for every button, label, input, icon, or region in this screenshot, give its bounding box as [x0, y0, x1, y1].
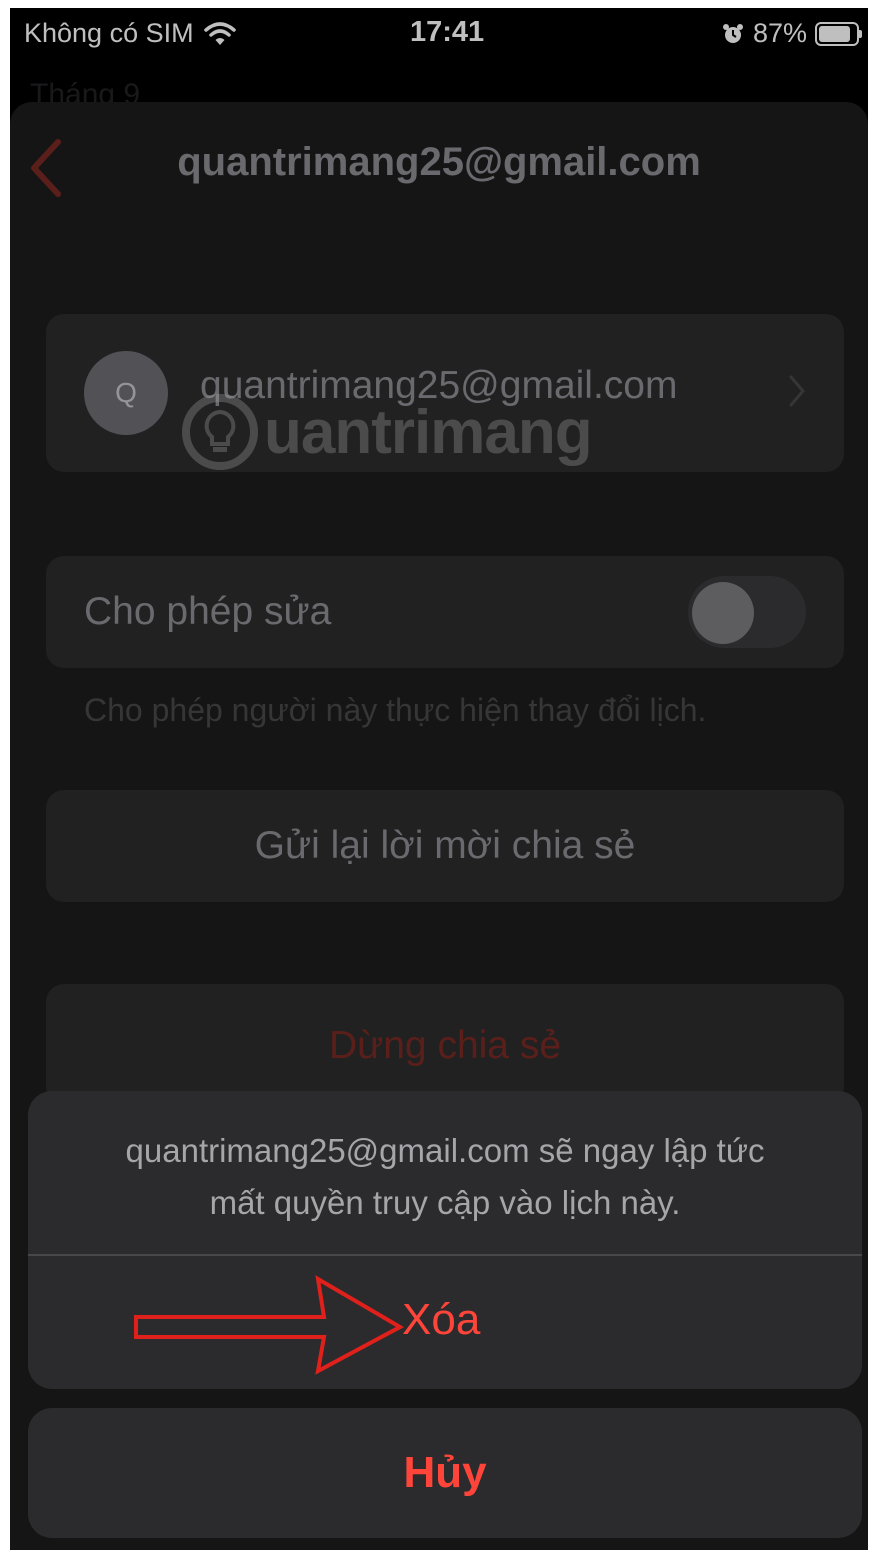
divider — [28, 1254, 862, 1256]
delete-label: Xóa — [402, 1295, 481, 1344]
cancel-label: Hủy — [403, 1448, 487, 1497]
phone-screen: Không có SIM 17:41 87% Tháng 9 quantrima… — [10, 8, 868, 1550]
delete-button[interactable]: Xóa — [28, 1257, 862, 1389]
action-sheet: quantrimang25@gmail.com sẽ ngay lập tức … — [28, 1091, 862, 1389]
annotation-arrow-icon — [134, 1275, 405, 1375]
action-sheet-message: quantrimang25@gmail.com sẽ ngay lập tức … — [68, 1125, 822, 1229]
cancel-button[interactable]: Hủy — [28, 1408, 862, 1538]
action-message-line1: quantrimang25@gmail.com sẽ ngay lập tức — [125, 1132, 765, 1169]
action-message-line2: mất quyền truy cập vào lịch này. — [209, 1184, 681, 1221]
